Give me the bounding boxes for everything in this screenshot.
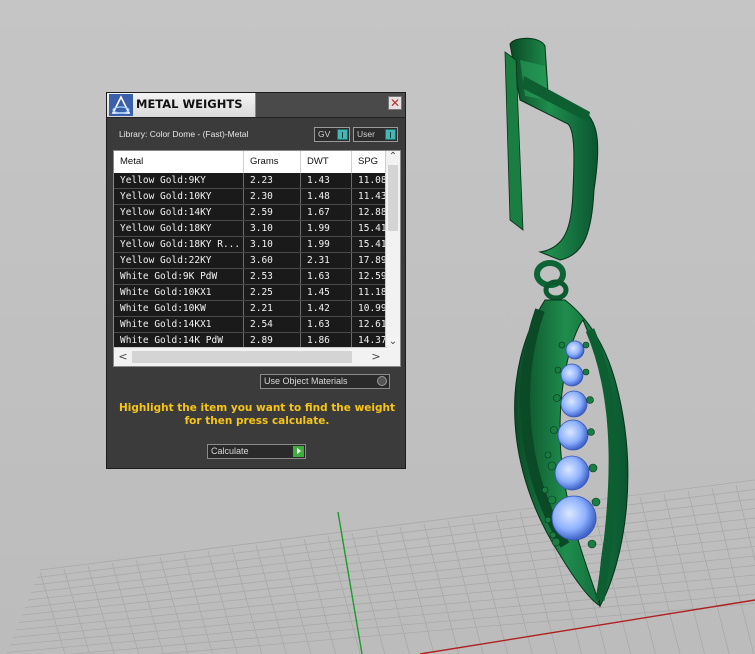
table-row[interactable]: White Gold:9K PdW 2.53 1.63 12.59 — [114, 269, 387, 285]
table-row[interactable]: Yellow Gold:10KY 2.30 1.48 11.43 — [114, 189, 387, 205]
spg-cell: 10.99 — [352, 301, 387, 316]
table-row[interactable]: Yellow Gold:9KY 2.23 1.43 11.08 — [114, 173, 387, 189]
dwt-cell: 2.31 — [301, 253, 352, 268]
panel-titlebar[interactable]: METAL WEIGHTS ✕ — [107, 93, 405, 118]
use-object-materials-option[interactable]: Use Object Materials — [260, 374, 390, 389]
instruction-line-2: for then press calculate. — [184, 415, 330, 427]
library-label: Library: Color Dome - (Fast)-Metal — [119, 129, 249, 139]
grams-cell: 2.21 — [244, 301, 301, 316]
spg-cell: 12.61 — [352, 317, 387, 332]
vertical-scrollbar[interactable]: ⌃ ⌄ — [385, 151, 400, 348]
table-row[interactable]: White Gold:10KW 2.21 1.42 10.99 — [114, 301, 387, 317]
spg-cell: 11.08 — [352, 173, 387, 188]
dwt-cell: 1.63 — [301, 269, 352, 284]
close-button[interactable]: ✕ — [388, 96, 402, 110]
dwt-cell: 1.99 — [301, 237, 352, 252]
dwt-cell: 1.43 — [301, 173, 352, 188]
table-row[interactable]: Yellow Gold:18KY 3.10 1.99 15.41 — [114, 221, 387, 237]
spg-cell: 15.41 — [352, 221, 387, 236]
close-icon: ✕ — [389, 96, 401, 110]
table-row[interactable]: White Gold:14KX1 2.54 1.63 12.61 — [114, 317, 387, 333]
grams-cell: 2.23 — [244, 173, 301, 188]
grams-cell: 3.60 — [244, 253, 301, 268]
use-object-materials-label: Use Object Materials — [264, 376, 348, 386]
dwt-cell: 1.42 — [301, 301, 352, 316]
metal-cell: Yellow Gold:10KY — [114, 189, 244, 204]
grams-cell: 2.25 — [244, 285, 301, 300]
spg-cell: 12.88 — [352, 205, 387, 220]
column-header-grams[interactable]: Grams — [244, 151, 301, 173]
play-arrow-icon — [293, 446, 304, 457]
gv-toggle-label: GV — [318, 129, 331, 139]
instruction-text: Highlight the item you want to find the … — [107, 402, 407, 428]
table-row[interactable]: Yellow Gold:18KY R... 3.10 1.99 15.41 — [114, 237, 387, 253]
metal-weights-panel: METAL WEIGHTS ✕ Library: Color Dome - (F… — [106, 92, 406, 469]
table-body: Yellow Gold:9KY 2.23 1.43 11.08 Yellow Gold… — [114, 173, 387, 348]
scroll-left-icon[interactable]: < — [116, 348, 130, 366]
metal-cell: White Gold:14KX1 — [114, 317, 244, 332]
metal-cell: Yellow Gold:18KY — [114, 221, 244, 236]
user-toggle[interactable]: User — [353, 127, 398, 142]
table-row[interactable]: White Gold:10KX1 2.25 1.45 11.18 — [114, 285, 387, 301]
table-row[interactable]: Yellow Gold:14KY 2.59 1.67 12.88 — [114, 205, 387, 221]
metal-cell: Yellow Gold:22KY — [114, 253, 244, 268]
scroll-right-icon[interactable]: > — [369, 348, 383, 366]
spg-cell: 17.89 — [352, 253, 387, 268]
dwt-cell: 1.63 — [301, 317, 352, 332]
user-toggle-label: User — [357, 129, 375, 139]
grams-cell: 2.89 — [244, 333, 301, 348]
dwt-cell: 1.45 — [301, 285, 352, 300]
grams-cell: 3.10 — [244, 221, 301, 236]
calculate-button[interactable]: Calculate — [207, 444, 306, 459]
scroll-up-icon[interactable]: ⌃ — [386, 151, 400, 163]
metal-weights-table[interactable]: Metal Grams DWT SPG Yellow Gold:9KY 2.23 1… — [113, 150, 401, 367]
dwt-cell: 1.86 — [301, 333, 352, 348]
metal-cell: Yellow Gold:14KY — [114, 205, 244, 220]
spg-cell: 11.18 — [352, 285, 387, 300]
horizontal-scrollbar[interactable]: < > — [114, 347, 387, 366]
grams-cell: 3.10 — [244, 237, 301, 252]
panel-title-tab: METAL WEIGHTS — [107, 93, 256, 117]
spg-cell: 14.37 — [352, 333, 387, 348]
column-header-dwt[interactable]: DWT — [301, 151, 352, 173]
app-logo-icon — [109, 94, 133, 116]
scroll-down-icon[interactable]: ⌄ — [386, 336, 400, 348]
metal-cell: White Gold:10KX1 — [114, 285, 244, 300]
table-row[interactable]: Yellow Gold:22KY 3.60 2.31 17.89 — [114, 253, 387, 269]
instruction-line-1: Highlight the item you want to find the … — [119, 402, 395, 414]
metal-cell: Yellow Gold:9KY — [114, 173, 244, 188]
spg-cell: 11.43 — [352, 189, 387, 204]
calculate-label: Calculate — [211, 446, 249, 456]
dwt-cell: 1.67 — [301, 205, 352, 220]
metal-cell: White Gold:14K PdW — [114, 333, 244, 348]
metal-cell: Yellow Gold:18KY R... — [114, 237, 244, 252]
metal-cell: White Gold:9K PdW — [114, 269, 244, 284]
grams-cell: 2.54 — [244, 317, 301, 332]
toggle-switch-icon — [337, 129, 348, 140]
table-row[interactable]: White Gold:14K PdW 2.89 1.86 14.37 — [114, 333, 387, 348]
radio-button-icon[interactable] — [377, 376, 387, 386]
toggle-switch-icon — [385, 129, 396, 140]
gv-toggle[interactable]: GV — [314, 127, 350, 142]
spg-cell: 15.41 — [352, 237, 387, 252]
column-header-metal[interactable]: Metal — [114, 151, 244, 173]
table-header: Metal Grams DWT SPG — [114, 151, 387, 174]
vertical-scroll-thumb[interactable] — [388, 165, 398, 231]
grams-cell: 2.30 — [244, 189, 301, 204]
dwt-cell: 1.48 — [301, 189, 352, 204]
panel-title: METAL WEIGHTS — [136, 97, 243, 111]
grams-cell: 2.59 — [244, 205, 301, 220]
grams-cell: 2.53 — [244, 269, 301, 284]
metal-cell: White Gold:10KW — [114, 301, 244, 316]
scrollbar-corner — [386, 348, 400, 366]
dwt-cell: 1.99 — [301, 221, 352, 236]
horizontal-scroll-thumb[interactable] — [132, 351, 352, 363]
spg-cell: 12.59 — [352, 269, 387, 284]
